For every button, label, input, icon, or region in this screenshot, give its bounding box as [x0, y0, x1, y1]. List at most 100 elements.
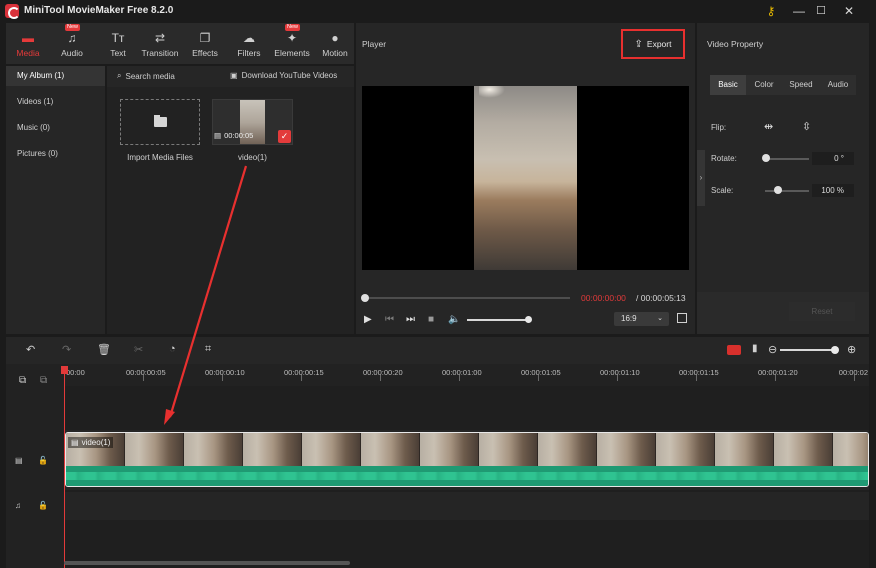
toolbar-audio[interactable]: New ♫ Audio	[52, 23, 92, 64]
ruler-label: 00:00	[66, 368, 85, 377]
ruler-label: 00:00:01:05	[521, 368, 561, 377]
video-property-panel	[697, 23, 869, 334]
text-icon: Tт	[111, 31, 125, 45]
snap-icon[interactable]: ▮	[752, 343, 758, 354]
close-button[interactable]: ✕	[841, 3, 857, 19]
panel-collapse-icon[interactable]: ›	[697, 150, 705, 206]
import-media-label: Import Media Files	[127, 153, 193, 162]
delete-icon[interactable]: 🗑	[97, 343, 111, 356]
volume-slider-handle[interactable]	[525, 316, 532, 323]
folder-icon	[154, 115, 167, 127]
ruler-label: 00:00:02	[838, 368, 868, 377]
app-logo-icon	[5, 4, 20, 19]
rotate-value[interactable]: 0 °	[812, 152, 854, 165]
sidebar-item-music[interactable]: Music (0)	[6, 118, 105, 138]
music-note-icon: ♫	[67, 31, 77, 45]
scale-value[interactable]: 100 %	[812, 184, 854, 197]
toolbar-filters[interactable]: ☁ Filters	[230, 23, 268, 64]
redo-icon[interactable]: ↷	[62, 343, 71, 356]
checkmark-icon[interactable]: ✓	[278, 130, 291, 143]
lock-icon[interactable]: 🔓	[38, 456, 48, 465]
copy-track-icon[interactable]: ⧉	[40, 375, 47, 386]
playhead-handle[interactable]	[61, 366, 68, 374]
add-track-icon[interactable]: ⧉	[19, 375, 26, 386]
lock-icon[interactable]: 🔓	[38, 501, 48, 510]
play-icon[interactable]: ▶	[364, 314, 372, 325]
new-badge: New	[65, 24, 81, 31]
search-icon: ⌕	[117, 71, 122, 80]
zoom-slider-handle[interactable]	[831, 346, 839, 354]
import-media-button[interactable]	[120, 99, 200, 145]
ruler-label: 00:00:01:20	[758, 368, 798, 377]
filters-icon: ☁	[243, 31, 255, 45]
key-icon[interactable]: ⚷	[763, 3, 779, 19]
ruler-label: 00:00:01:15	[679, 368, 719, 377]
timeline-clip-name: ▤ video(1)	[68, 437, 114, 448]
zoom-out-icon[interactable]: ⊖	[768, 343, 777, 356]
audio-track[interactable]	[64, 492, 869, 520]
transition-icon: ⇄	[154, 31, 166, 45]
rotate-label: Rotate:	[711, 154, 737, 163]
ruler-label: 00:00:01:10	[600, 368, 640, 377]
search-media[interactable]: ⌕ Search media	[117, 71, 175, 81]
sidebar-item-videos[interactable]: Videos (1)	[6, 92, 105, 112]
speed-icon[interactable]: ◔	[169, 343, 176, 355]
youtube-icon: ▣	[230, 71, 238, 80]
download-youtube-link[interactable]: ▣ Download YouTube Videos	[230, 71, 337, 80]
scale-slider-handle[interactable]	[774, 186, 782, 194]
maximize-button[interactable]: ☐	[813, 3, 829, 19]
zoom-slider[interactable]	[780, 349, 835, 351]
toolbar-effects[interactable]: ❐ Effects	[186, 23, 224, 64]
sidebar-item-my-album[interactable]: My Album (1)	[6, 66, 105, 86]
tab-color[interactable]: Color	[746, 75, 782, 95]
undo-icon[interactable]: ↶	[26, 343, 35, 356]
media-sidebar: My Album (1) Videos (1) Music (0) Pictur…	[6, 66, 105, 334]
rotate-slider-handle[interactable]	[762, 154, 770, 162]
export-icon: ⇪	[634, 39, 643, 50]
ruler-label: 00:00:00:10	[205, 368, 245, 377]
toolbar-text[interactable]: Tт Text	[98, 23, 138, 64]
ruler-label: 00:00:00:20	[363, 368, 403, 377]
timeline-scrollbar[interactable]	[64, 561, 350, 565]
elements-icon: ✦	[286, 31, 298, 45]
next-frame-icon[interactable]: ⏭	[406, 314, 415, 325]
tab-speed[interactable]: Speed	[782, 75, 820, 95]
video-property-tabs: Basic Color Speed Audio	[710, 75, 856, 95]
film-icon: ▤	[71, 438, 79, 447]
toolbar-transition[interactable]: ⇄ Transition	[138, 23, 182, 64]
flip-horizontal-icon[interactable]: ⇹	[764, 120, 773, 133]
track-headers	[6, 364, 64, 568]
minimize-button[interactable]: —	[791, 3, 807, 19]
scale-slider[interactable]	[765, 190, 809, 192]
aspect-ratio-select[interactable]: 16:9 ⌄	[614, 312, 669, 326]
ruler-label: 00:00:00:15	[284, 368, 324, 377]
toolbar-motion[interactable]: ● Motion	[316, 23, 354, 64]
fullscreen-icon[interactable]	[677, 313, 687, 323]
crop-icon[interactable]: ⌗	[205, 343, 211, 356]
playhead[interactable]	[64, 366, 65, 568]
app-title: MiniTool MovieMaker Free 8.2.0	[24, 5, 174, 16]
zoom-in-icon[interactable]: ⊕	[847, 343, 856, 356]
toolbar-elements[interactable]: New ✦ Elements	[272, 23, 312, 64]
toolbar-media[interactable]: ▬ Media	[8, 23, 48, 64]
volume-icon[interactable]: 🔈	[448, 314, 460, 325]
flip-vertical-icon[interactable]: ⇳	[802, 120, 811, 133]
video-property-title: Video Property	[707, 39, 764, 49]
stop-icon[interactable]: ■	[428, 314, 434, 325]
previous-frame-icon[interactable]: ⏮	[385, 314, 394, 325]
timeline-clip[interactable]	[65, 432, 869, 487]
playback-progress[interactable]	[364, 297, 570, 299]
export-button[interactable]: ⇪ Export	[621, 29, 685, 59]
playback-progress-handle[interactable]	[361, 294, 369, 302]
sidebar-item-pictures[interactable]: Pictures (0)	[6, 144, 105, 164]
volume-slider[interactable]	[467, 319, 529, 321]
reset-button[interactable]: Reset	[789, 302, 855, 321]
chevron-down-icon: ⌄	[657, 315, 663, 322]
split-icon[interactable]: ✂	[134, 343, 143, 356]
zoom-fit-icon[interactable]	[727, 345, 741, 355]
tab-basic[interactable]: Basic	[710, 75, 746, 95]
film-icon: ▤	[214, 131, 222, 140]
scale-label: Scale:	[711, 186, 734, 195]
rotate-slider[interactable]	[765, 158, 809, 160]
tab-audio[interactable]: Audio	[820, 75, 856, 95]
